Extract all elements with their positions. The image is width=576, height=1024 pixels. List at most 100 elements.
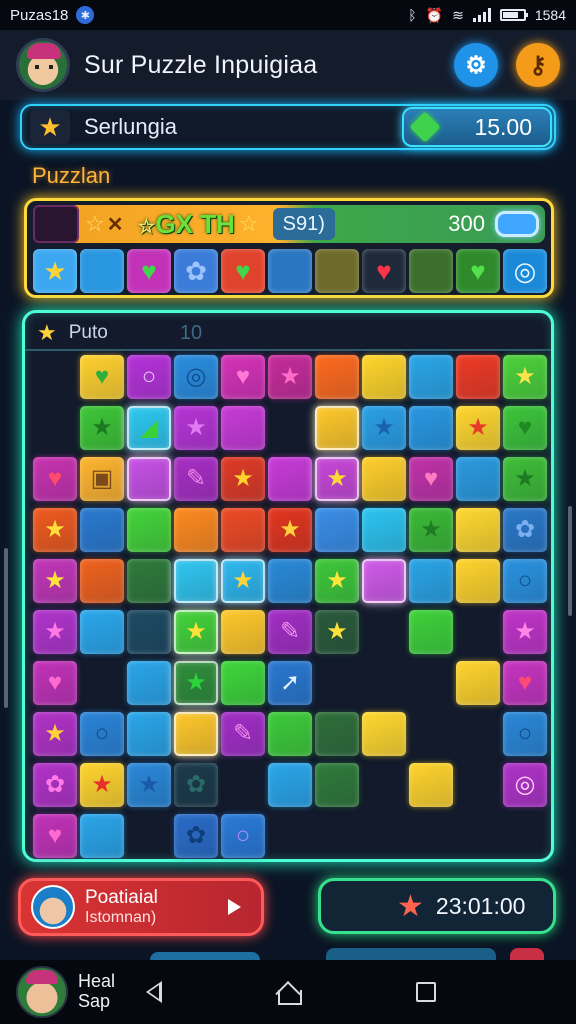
board-tile[interactable] bbox=[409, 406, 453, 450]
player-card[interactable]: Poatiaial Istomnan) bbox=[18, 878, 264, 936]
board-tile[interactable]: ★ bbox=[268, 355, 312, 399]
board-tile[interactable]: ★ bbox=[503, 355, 547, 399]
back-button[interactable] bbox=[140, 978, 168, 1006]
board-tile[interactable] bbox=[315, 355, 359, 399]
board-tile[interactable] bbox=[268, 712, 312, 756]
combo-toggle[interactable] bbox=[495, 211, 539, 237]
queue-tile[interactable]: ◎ bbox=[503, 249, 547, 293]
board-tile[interactable] bbox=[409, 355, 453, 399]
board-tile[interactable]: ○ bbox=[80, 712, 124, 756]
board-tile[interactable]: ♥ bbox=[503, 661, 547, 705]
board-tile[interactable]: ★ bbox=[80, 763, 124, 807]
board-tile[interactable]: ★ bbox=[127, 763, 171, 807]
board-tile[interactable]: ★ bbox=[33, 610, 77, 654]
home-button[interactable] bbox=[274, 978, 302, 1006]
board-tile[interactable]: ○ bbox=[127, 355, 171, 399]
board-tile[interactable]: ★ bbox=[80, 406, 124, 450]
board-tile[interactable] bbox=[221, 406, 265, 450]
game-board[interactable]: ★ Puto 10 ♥ ○ ◎ ♥ ★ ★ ★ ◢ ★ ★ ★ ♥ ♥ ▣ ✎ ★ ★ ♥ ★ ★ ★ ★ ✿ ★ ★ ★ ○ ★ ★ ✎… bbox=[22, 310, 554, 862]
nav-avatar[interactable] bbox=[16, 966, 68, 1018]
board-tile[interactable]: ★ bbox=[174, 610, 218, 654]
board-tile[interactable] bbox=[456, 355, 500, 399]
board-tile[interactable]: ➚ bbox=[268, 661, 312, 705]
board-tile[interactable] bbox=[315, 763, 359, 807]
board-tile[interactable] bbox=[80, 508, 124, 552]
queue-tile[interactable]: ♥ bbox=[456, 249, 500, 293]
board-tile[interactable] bbox=[174, 712, 218, 756]
board-tile[interactable]: ◎ bbox=[503, 763, 547, 807]
board-tile[interactable] bbox=[221, 661, 265, 705]
board-tile[interactable]: ✿ bbox=[33, 763, 77, 807]
board-tile[interactable] bbox=[315, 508, 359, 552]
board-tile[interactable]: ♥ bbox=[409, 457, 453, 501]
board-tile[interactable]: ★ bbox=[456, 406, 500, 450]
board-tile[interactable]: ★ bbox=[33, 712, 77, 756]
board-tile[interactable]: ✿ bbox=[503, 508, 547, 552]
board-tile[interactable] bbox=[456, 508, 500, 552]
recents-button[interactable] bbox=[412, 978, 440, 1006]
board-tile[interactable] bbox=[362, 457, 406, 501]
board-tile[interactable] bbox=[268, 457, 312, 501]
board-tile[interactable]: ✎ bbox=[268, 610, 312, 654]
board-tile[interactable]: ♥ bbox=[503, 406, 547, 450]
key-button[interactable]: ⚷ bbox=[516, 43, 560, 87]
board-tile[interactable]: ○ bbox=[503, 559, 547, 603]
board-tile[interactable]: ○ bbox=[221, 814, 265, 858]
board-tile[interactable] bbox=[80, 610, 124, 654]
board-tile[interactable]: ♥ bbox=[221, 355, 265, 399]
board-tile[interactable]: ✎ bbox=[221, 712, 265, 756]
board-tile[interactable] bbox=[456, 661, 500, 705]
queue-tile[interactable] bbox=[315, 249, 359, 293]
board-tile[interactable] bbox=[127, 457, 171, 501]
board-tile[interactable] bbox=[315, 406, 359, 450]
board-tile[interactable] bbox=[221, 610, 265, 654]
queue-tile[interactable]: ♥ bbox=[362, 249, 406, 293]
board-tile[interactable]: ★ bbox=[174, 661, 218, 705]
board-tile[interactable] bbox=[127, 661, 171, 705]
board-tile[interactable] bbox=[80, 814, 124, 858]
board-tile[interactable] bbox=[409, 610, 453, 654]
board-tile[interactable]: ★ bbox=[268, 508, 312, 552]
board-tile[interactable] bbox=[127, 559, 171, 603]
board-tile[interactable]: ★ bbox=[503, 610, 547, 654]
board-tile[interactable]: ▣ bbox=[80, 457, 124, 501]
queue-tile[interactable]: ♥ bbox=[221, 249, 265, 293]
queue-tile[interactable]: ✿ bbox=[174, 249, 218, 293]
profile-avatar[interactable] bbox=[16, 38, 70, 92]
board-tile[interactable] bbox=[268, 763, 312, 807]
board-tile[interactable] bbox=[409, 763, 453, 807]
board-tile[interactable] bbox=[127, 508, 171, 552]
board-tile[interactable]: ★ bbox=[174, 406, 218, 450]
board-tile[interactable]: ★ bbox=[315, 457, 359, 501]
settings-button[interactable]: ⚙ bbox=[454, 43, 498, 87]
queue-tile[interactable]: ♥ bbox=[127, 249, 171, 293]
queue-tile[interactable] bbox=[409, 249, 453, 293]
gem-score-pill[interactable]: 15.00 bbox=[402, 107, 552, 147]
board-tile[interactable]: ★ bbox=[33, 559, 77, 603]
board-tile[interactable] bbox=[315, 712, 359, 756]
board-tile[interactable] bbox=[268, 559, 312, 603]
board-tile[interactable]: ★ bbox=[33, 508, 77, 552]
board-tile[interactable]: ★ bbox=[409, 508, 453, 552]
board-tile[interactable] bbox=[456, 457, 500, 501]
board-tile[interactable]: ♥ bbox=[33, 661, 77, 705]
queue-tile[interactable] bbox=[268, 249, 312, 293]
queue-tile[interactable]: ★ bbox=[33, 249, 77, 293]
board-tile[interactable]: ★ bbox=[315, 559, 359, 603]
board-tile[interactable]: ○ bbox=[503, 712, 547, 756]
board-tile[interactable]: ◢ bbox=[127, 406, 171, 450]
board-tile[interactable]: ✿ bbox=[174, 814, 218, 858]
board-tile[interactable] bbox=[362, 508, 406, 552]
board-tile[interactable] bbox=[362, 712, 406, 756]
board-tile[interactable] bbox=[362, 355, 406, 399]
queue-tile[interactable] bbox=[80, 249, 124, 293]
board-tile[interactable] bbox=[174, 508, 218, 552]
board-tile[interactable]: ★ bbox=[315, 610, 359, 654]
board-tile[interactable] bbox=[174, 559, 218, 603]
board-tile[interactable]: ★ bbox=[221, 457, 265, 501]
board-tile[interactable] bbox=[221, 508, 265, 552]
board-tile[interactable]: ♥ bbox=[33, 814, 77, 858]
board-tile[interactable]: ★ bbox=[221, 559, 265, 603]
board-tile[interactable]: ★ bbox=[362, 406, 406, 450]
board-tile[interactable]: ✎ bbox=[174, 457, 218, 501]
